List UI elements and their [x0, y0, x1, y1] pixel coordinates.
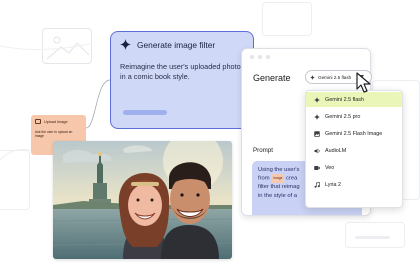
- window-dot: [258, 54, 262, 59]
- menu-item-gemini-2-5-flash-image[interactable]: Gemini 2.5 Flash Image: [306, 126, 402, 141]
- menu-item-lyria-2[interactable]: Lyria 2: [306, 177, 402, 192]
- prompt-text: from: [258, 175, 270, 182]
- model-dropdown-menu: Gemini 2.5 flash Gemini 2.5 pro Gemini 2…: [305, 90, 403, 208]
- menu-item-label: Gemini 2.5 pro: [325, 113, 361, 120]
- prompt-text: crea: [286, 175, 298, 182]
- window-dot: [266, 54, 270, 59]
- image-icon: [314, 130, 320, 137]
- menu-item-label: Veo: [325, 164, 335, 171]
- menu-item-label: Gemini 2.5 Flash Image: [325, 130, 383, 137]
- filter-card-progress-bar: [123, 110, 167, 115]
- generate-title: Generate: [253, 73, 291, 83]
- image-variable-tag[interactable]: Image: [271, 174, 285, 183]
- upload-card-text: Ask the user to upload an image: [35, 130, 73, 138]
- comic-style-photo: [53, 141, 232, 259]
- menu-item-gemini-2-5-flash[interactable]: Gemini 2.5 flash: [306, 92, 402, 107]
- sparkle-icon: [120, 39, 131, 50]
- window-dot: [250, 54, 254, 59]
- upload-card-header: Upload Image: [35, 119, 82, 124]
- video-icon: [314, 165, 320, 171]
- menu-item-label: Gemini 2.5 flash: [325, 96, 364, 103]
- audio-icon: [314, 148, 320, 154]
- photo-illustration: [53, 141, 232, 259]
- mouse-cursor-icon: [356, 72, 371, 93]
- upload-card-title: Upload Image: [44, 119, 68, 124]
- model-select-value: Gemini 2.5 flash: [318, 74, 352, 80]
- gemini-spark-icon: [314, 96, 320, 103]
- menu-item-audiolm[interactable]: AudioLM: [306, 143, 402, 158]
- menu-item-gemini-2-5-pro[interactable]: Gemini 2.5 pro: [306, 109, 402, 124]
- upload-image-icon: [35, 119, 41, 124]
- menu-item-label: Lyria 2: [325, 181, 341, 188]
- gemini-spark-icon: [310, 74, 315, 80]
- menu-item-veo[interactable]: Veo: [306, 160, 402, 175]
- filter-card-header: Generate image filter: [120, 39, 244, 50]
- canvas: Generate image filter Reimagine the user…: [0, 0, 420, 280]
- music-icon: [314, 181, 320, 188]
- gemini-spark-icon: [314, 113, 320, 120]
- filter-card-description: Reimagine the user's uploaded photo in a…: [120, 62, 241, 81]
- generate-image-filter-card[interactable]: Generate image filter Reimagine the user…: [110, 31, 254, 129]
- prompt-label: Prompt: [253, 147, 273, 154]
- filter-card-title: Generate image filter: [137, 39, 216, 50]
- menu-item-label: AudioLM: [325, 147, 347, 154]
- panel-window-controls: [242, 49, 370, 64]
